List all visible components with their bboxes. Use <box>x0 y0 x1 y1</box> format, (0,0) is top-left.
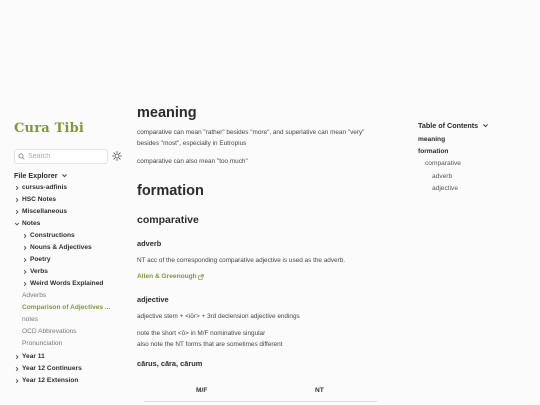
heading-caro-example: cārus, cāra, cārum <box>137 359 203 368</box>
tree-label: notes <box>22 316 39 323</box>
tree-label: Year 12 Continuers <box>22 365 82 372</box>
note-line-2: also note the NT forms that are sometime… <box>137 341 283 348</box>
chevron-right-icon <box>15 354 19 359</box>
tree-folder-nouns-adjectives[interactable]: Nouns & Adjectives <box>22 244 92 251</box>
adverb-paragraph: NT acc of the corresponding comparative … <box>137 257 346 264</box>
chevron-right-icon <box>15 197 19 202</box>
file-explorer-toggle[interactable]: File Explorer <box>14 171 68 180</box>
toc-item-meaning[interactable]: meaning <box>418 136 445 143</box>
chevron-right-icon <box>15 366 19 371</box>
tree-folder-constructions[interactable]: Constructions <box>22 232 75 239</box>
tree-label: Notes <box>22 220 41 227</box>
tree-file-pronunciation[interactable]: Pronunciation <box>22 340 62 347</box>
tree-label: Nouns & Adjectives <box>30 244 92 251</box>
tree-label: Constructions <box>30 232 75 239</box>
chevron-right-icon <box>23 257 27 262</box>
toc-item-formation[interactable]: formation <box>418 148 448 155</box>
file-explorer-label: File Explorer <box>14 171 58 180</box>
chevron-down-icon <box>61 174 67 178</box>
heading-comparative: comparative <box>137 214 199 226</box>
tree-folder-year-12-extension[interactable]: Year 12 Extension <box>14 377 78 384</box>
tree-label: cursus-adfinis <box>22 184 68 191</box>
chevron-down-icon <box>14 222 20 225</box>
chevron-right-icon <box>15 209 19 214</box>
tree-label: Poetry <box>30 256 51 263</box>
chevron-right-icon <box>15 185 19 190</box>
tree-folder-year-12-continuers[interactable]: Year 12 Continuers <box>14 365 82 372</box>
chevron-down-icon <box>483 124 489 128</box>
sun-icon[interactable] <box>112 151 122 161</box>
meaning-paragraph-line2: besides "most", especially in Eutropius <box>137 140 247 147</box>
tree-label: Pronunciation <box>22 340 63 347</box>
toc-title: Table of Contents <box>418 121 479 130</box>
tree-file-comparison-of-adjectives[interactable]: Comparison of Adjectives ... <box>22 304 110 311</box>
tree-folder-cursus-adfinis[interactable]: cursus-adfinis <box>14 184 67 191</box>
table-header-mf: M/F <box>196 387 208 394</box>
sidebar: Cura Tibi File Explorer cursus-adfinis H… <box>0 0 130 405</box>
search-box[interactable] <box>14 149 108 164</box>
toc-item-adverb[interactable]: adverb <box>432 173 452 180</box>
toc-item-adjective[interactable]: adjective <box>432 185 458 192</box>
link-label: Allen & Greenough <box>137 273 197 280</box>
tree-label: Verbs <box>30 268 48 275</box>
article-content: meaning comparative can mean "rather" be… <box>137 0 397 405</box>
search-input[interactable] <box>25 151 100 162</box>
search-icon <box>18 153 25 160</box>
site-title[interactable]: Cura Tibi <box>14 121 84 136</box>
chevron-right-icon <box>15 378 19 383</box>
table-divider <box>144 401 377 402</box>
tree-file-notes[interactable]: notes <box>22 316 38 323</box>
external-link-icon <box>197 273 204 280</box>
toc-item-comparative[interactable]: comparative <box>425 160 461 167</box>
chevron-right-icon <box>23 269 27 274</box>
tree-label: Year 12 Extension <box>22 377 79 384</box>
tree-folder-verbs[interactable]: Verbs <box>22 268 48 275</box>
tree-label: Comparison of Adjectives ... <box>22 304 111 311</box>
toc-toggle[interactable]: Table of Contents <box>418 121 489 130</box>
tree-folder-year-11[interactable]: Year 11 <box>14 353 45 360</box>
tree-label: Adverbs <box>22 292 47 299</box>
adjective-paragraph: adjective stem + <iōr> + 3rd declension … <box>137 313 300 320</box>
meaning-paragraph-2: comparative can also mean "too much" <box>137 158 248 165</box>
chevron-right-icon <box>23 281 27 286</box>
tree-label: Year 11 <box>22 353 45 360</box>
note-line-1: note the short <ŏ> in M/F nominative sin… <box>137 330 266 337</box>
tree-file-adverbs[interactable]: Adverbs <box>22 292 46 299</box>
table-header-nt: NT <box>315 387 324 394</box>
allen-greenough-link[interactable]: Allen & Greenough <box>137 273 204 280</box>
table-of-contents: Table of Contents meaning formation comp… <box>418 0 528 405</box>
heading-meaning: meaning <box>137 105 197 121</box>
tree-label: Miscellaneous <box>22 208 68 215</box>
chevron-right-icon <box>23 245 27 250</box>
tree-folder-miscellaneous[interactable]: Miscellaneous <box>14 208 67 215</box>
heading-adjective: adjective <box>137 295 169 304</box>
heading-formation: formation <box>137 183 204 199</box>
tree-folder-poetry[interactable]: Poetry <box>22 256 51 263</box>
heading-adverb: adverb <box>137 239 162 248</box>
tree-label: HSC Notes <box>22 196 57 203</box>
meaning-paragraph-line1: comparative can mean "rather" besides "m… <box>137 129 365 136</box>
chevron-right-icon <box>23 233 27 238</box>
tree-label: Weird Words Explained <box>30 280 104 287</box>
tree-file-ocd-abbrevations[interactable]: OCD Abbrevations <box>22 328 77 335</box>
tree-folder-notes[interactable]: Notes <box>14 220 40 227</box>
tree-label: OCD Abbrevations <box>22 328 77 335</box>
tree-folder-hsc-notes[interactable]: HSC Notes <box>14 196 56 203</box>
tree-folder-weird-words[interactable]: Weird Words Explained <box>22 280 103 287</box>
